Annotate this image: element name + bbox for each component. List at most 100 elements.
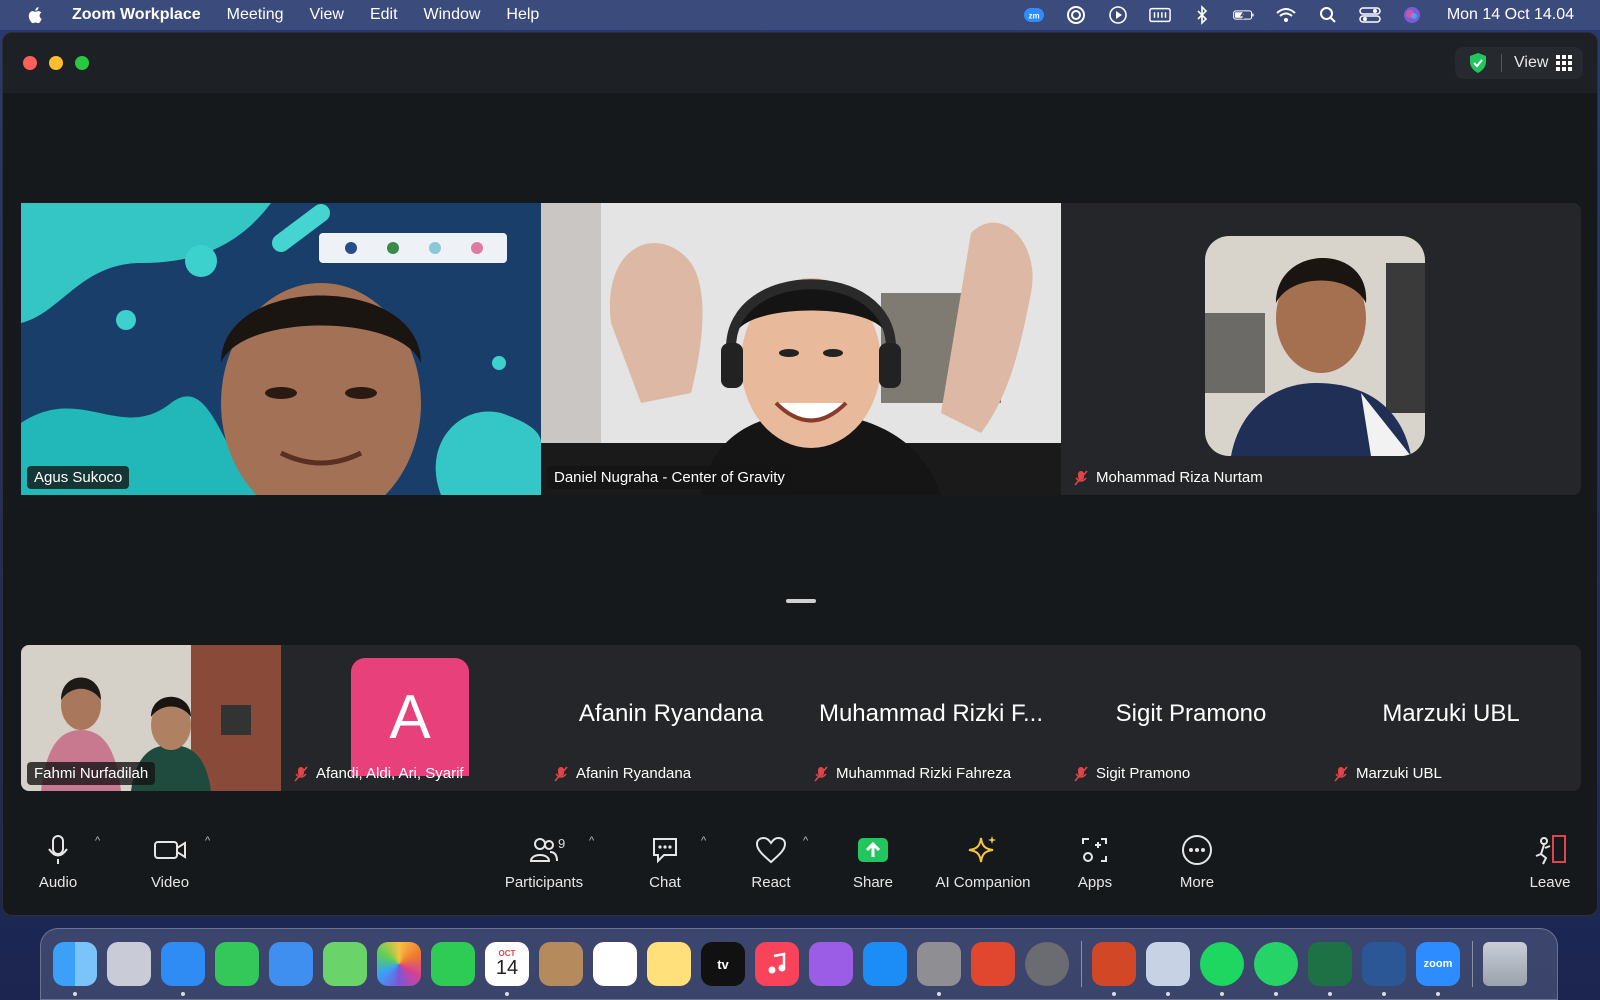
- system-settings-icon[interactable]: [917, 942, 961, 996]
- tv-label: tv: [717, 956, 729, 972]
- react-options-caret[interactable]: ^: [803, 835, 808, 847]
- screenshot-app-icon[interactable]: [1025, 942, 1069, 986]
- calendar-icon[interactable]: OCT 14: [485, 942, 529, 996]
- zoom-tray-icon[interactable]: zm: [1023, 6, 1045, 24]
- audio-button[interactable]: Audio: [33, 821, 83, 901]
- menu-view[interactable]: View: [310, 6, 344, 24]
- audio-options-caret[interactable]: ^: [95, 835, 100, 847]
- microphone-icon: [40, 832, 76, 868]
- video-button[interactable]: Video: [143, 821, 197, 901]
- podcasts-icon[interactable]: [809, 942, 853, 986]
- running-indicator: [937, 992, 941, 996]
- window-titlebar: View: [3, 33, 1597, 93]
- video-tile-agus[interactable]: Agus Sukoco: [21, 203, 541, 495]
- menu-app-name[interactable]: Zoom Workplace: [72, 6, 201, 24]
- video-tile-daniel[interactable]: Daniel Nugraha - Center of Gravity: [541, 203, 1061, 495]
- gallery-resize-handle[interactable]: [786, 599, 816, 603]
- safari-icon[interactable]: [161, 942, 205, 996]
- notes-icon[interactable]: [647, 942, 691, 986]
- virtual-background-image: [21, 203, 541, 495]
- more-options-icon: [1179, 832, 1215, 868]
- muted-mic-icon: [1334, 765, 1348, 782]
- word-icon[interactable]: [1362, 942, 1406, 996]
- ai-companion-button[interactable]: AI Companion: [931, 821, 1035, 901]
- svg-text:zm: zm: [1028, 12, 1039, 21]
- leave-label: Leave: [1529, 873, 1571, 891]
- mail-icon[interactable]: [269, 942, 313, 986]
- muted-mic-icon: [294, 765, 308, 782]
- reminders-icon[interactable]: [593, 942, 637, 986]
- video-tile-mohammad[interactable]: Mohammad Riza Nurtam: [1061, 203, 1581, 495]
- launchpad-icon[interactable]: [107, 942, 151, 986]
- security-shield-icon[interactable]: [1467, 52, 1489, 74]
- anydesk-icon[interactable]: [971, 942, 1015, 986]
- strip-tile-afanin[interactable]: Afanin Ryandana Afanin Ryandana: [541, 645, 801, 791]
- chat-button[interactable]: Chat: [643, 821, 687, 901]
- running-indicator: [1220, 992, 1224, 996]
- messages-icon[interactable]: [215, 942, 259, 986]
- react-button[interactable]: React: [745, 821, 797, 901]
- more-button[interactable]: More: [1175, 821, 1219, 901]
- strip-tile-sigit[interactable]: Sigit Pramono Sigit Pramono: [1061, 645, 1321, 791]
- siri-icon[interactable]: [1401, 6, 1423, 24]
- preview-icon[interactable]: [1146, 942, 1190, 996]
- chat-options-caret[interactable]: ^: [701, 835, 706, 847]
- menu-bar-clock[interactable]: Mon 14 Oct 14.04: [1447, 6, 1574, 24]
- share-button[interactable]: Share: [849, 821, 897, 901]
- keyboard-icon[interactable]: [1148, 6, 1171, 24]
- close-window-button[interactable]: [23, 56, 37, 70]
- focus-icon[interactable]: [1065, 6, 1087, 24]
- status-tray: zm Mon 14 Oct 14.04: [1023, 5, 1574, 25]
- bluetooth-icon[interactable]: [1191, 5, 1213, 25]
- audio-label: Audio: [38, 873, 78, 891]
- menu-edit[interactable]: Edit: [370, 6, 398, 24]
- participant-name: Afandi, Aldi, Ari, Syarif: [316, 765, 464, 782]
- contacts-icon[interactable]: [539, 942, 583, 986]
- whatsapp-icon[interactable]: [1254, 942, 1298, 996]
- trash-icon[interactable]: [1483, 942, 1527, 986]
- app-store-icon[interactable]: [863, 942, 907, 986]
- photos-icon[interactable]: [377, 942, 421, 986]
- running-indicator: [1166, 992, 1170, 996]
- control-center-icon[interactable]: [1359, 6, 1381, 24]
- strip-tile-marzuki[interactable]: Marzuki UBL Marzuki UBL: [1321, 645, 1581, 791]
- macos-dock: OCT 14 tv zoom: [40, 928, 1558, 1000]
- excel-icon[interactable]: [1308, 942, 1352, 996]
- apple-logo-icon[interactable]: [26, 5, 46, 25]
- strip-tile-fahmi[interactable]: Fahmi Nurfadilah: [21, 645, 281, 791]
- chat-bubble-icon: [647, 832, 683, 868]
- music-icon[interactable]: [755, 942, 799, 986]
- participants-options-caret[interactable]: ^: [589, 835, 594, 847]
- powerpoint-icon[interactable]: [1092, 942, 1136, 996]
- participant-name: Agus Sukoco: [34, 469, 123, 486]
- participants-button[interactable]: 9 Participants: [499, 821, 589, 901]
- minimize-window-button[interactable]: [49, 56, 63, 70]
- participant-name: Fahmi Nurfadilah: [34, 765, 149, 782]
- leave-button[interactable]: Leave: [1525, 821, 1575, 901]
- battery-icon[interactable]: [1232, 6, 1255, 24]
- maps-icon[interactable]: [323, 942, 367, 986]
- strip-tile-muhammad-rizki[interactable]: Muhammad Rizki F... Muhammad Rizki Fahre…: [801, 645, 1061, 791]
- meeting-toolbar: Audio ^ Video ^ 9 Participants ^ Chat ^: [3, 821, 1597, 905]
- menu-meeting[interactable]: Meeting: [227, 6, 284, 24]
- fullscreen-window-button[interactable]: [75, 56, 89, 70]
- spotlight-icon[interactable]: [1317, 6, 1339, 24]
- camera-feed-image: [541, 203, 1061, 495]
- facetime-icon[interactable]: [431, 942, 475, 986]
- menu-help[interactable]: Help: [506, 6, 539, 24]
- finder-icon[interactable]: [53, 942, 97, 996]
- strip-tile-afandi[interactable]: A Afandi, Aldi, Ari, Syarif: [281, 645, 541, 791]
- participant-name-tag: Mohammad Riza Nurtam: [1067, 466, 1270, 489]
- apps-button[interactable]: Apps: [1073, 821, 1117, 901]
- video-options-caret[interactable]: ^: [205, 835, 210, 847]
- apple-tv-icon[interactable]: tv: [701, 942, 745, 986]
- play-icon[interactable]: [1107, 6, 1129, 24]
- running-indicator: [1274, 992, 1278, 996]
- participant-name-tag: Daniel Nugraha - Center of Gravity: [547, 466, 792, 489]
- menu-window[interactable]: Window: [424, 6, 481, 24]
- calendar-day: 14: [495, 957, 519, 979]
- spotify-icon[interactable]: [1200, 942, 1244, 996]
- wifi-icon[interactable]: [1275, 6, 1297, 24]
- view-button[interactable]: View: [1455, 47, 1583, 79]
- zoom-dock-icon[interactable]: zoom: [1416, 942, 1460, 996]
